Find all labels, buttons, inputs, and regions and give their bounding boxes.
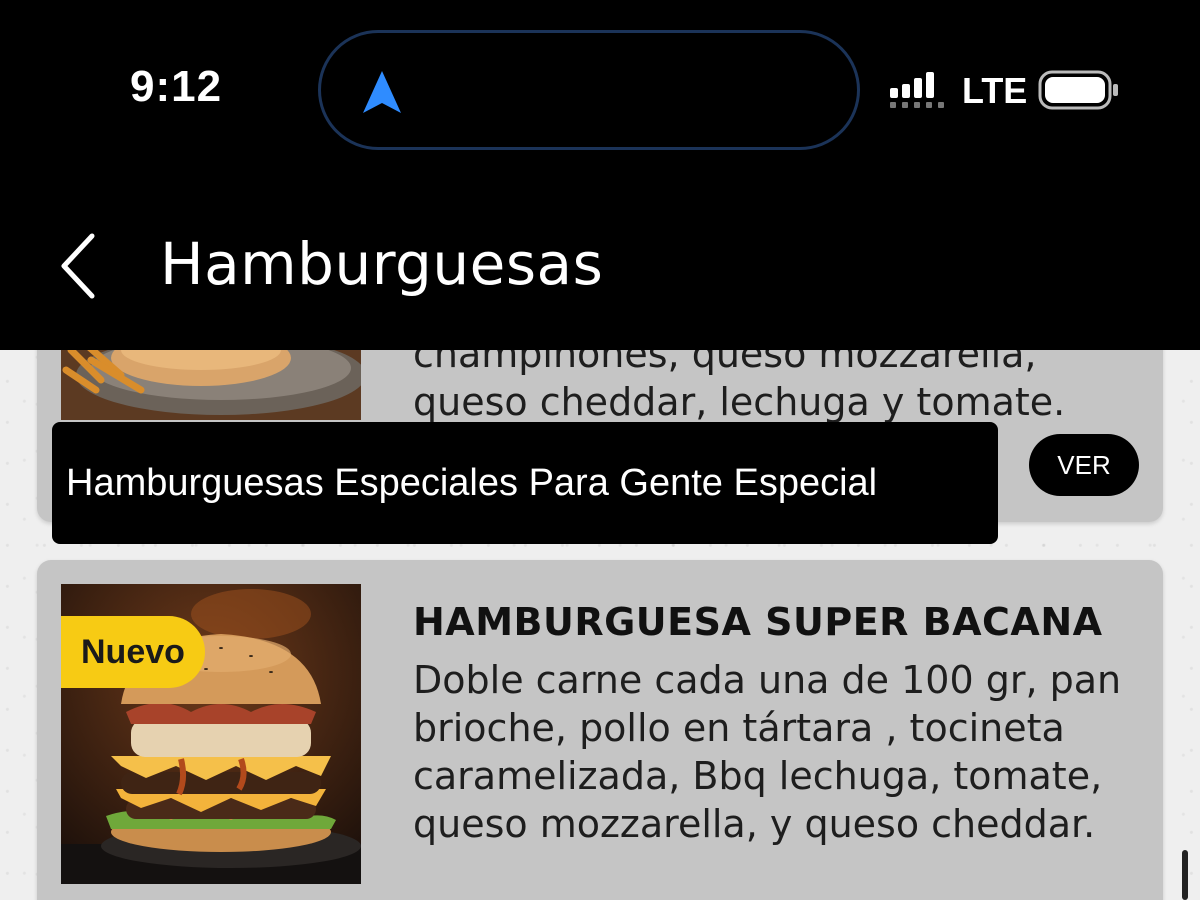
dynamic-island (318, 30, 860, 150)
ver-button[interactable]: VER (1029, 434, 1139, 496)
network-label: LTE (962, 70, 1028, 111)
product-image: Nuevo (61, 584, 361, 884)
navigation-arrow-icon (363, 71, 401, 113)
battery-icon (1038, 70, 1118, 110)
status-time: 9:12 (130, 62, 223, 111)
header: 9:12 LTE Hamburguesas (0, 0, 1200, 350)
signal-icon (890, 72, 944, 108)
new-badge: Nuevo (61, 616, 205, 688)
product-card[interactable]: Nuevo HAMBURGUESA SUPER BACANA Doble car… (37, 560, 1163, 900)
chevron-left-icon (61, 233, 95, 299)
scrollbar[interactable] (1182, 850, 1188, 900)
back-button[interactable] (52, 226, 112, 306)
page-title: Hamburguesas (160, 230, 604, 298)
toast-message: Hamburguesas Especiales Para Gente Espec… (52, 422, 998, 544)
product-description: Doble carne cada una de 100 gr, pan brio… (413, 658, 1122, 846)
product-name: HAMBURGUESA SUPER BACANA (413, 600, 1103, 644)
